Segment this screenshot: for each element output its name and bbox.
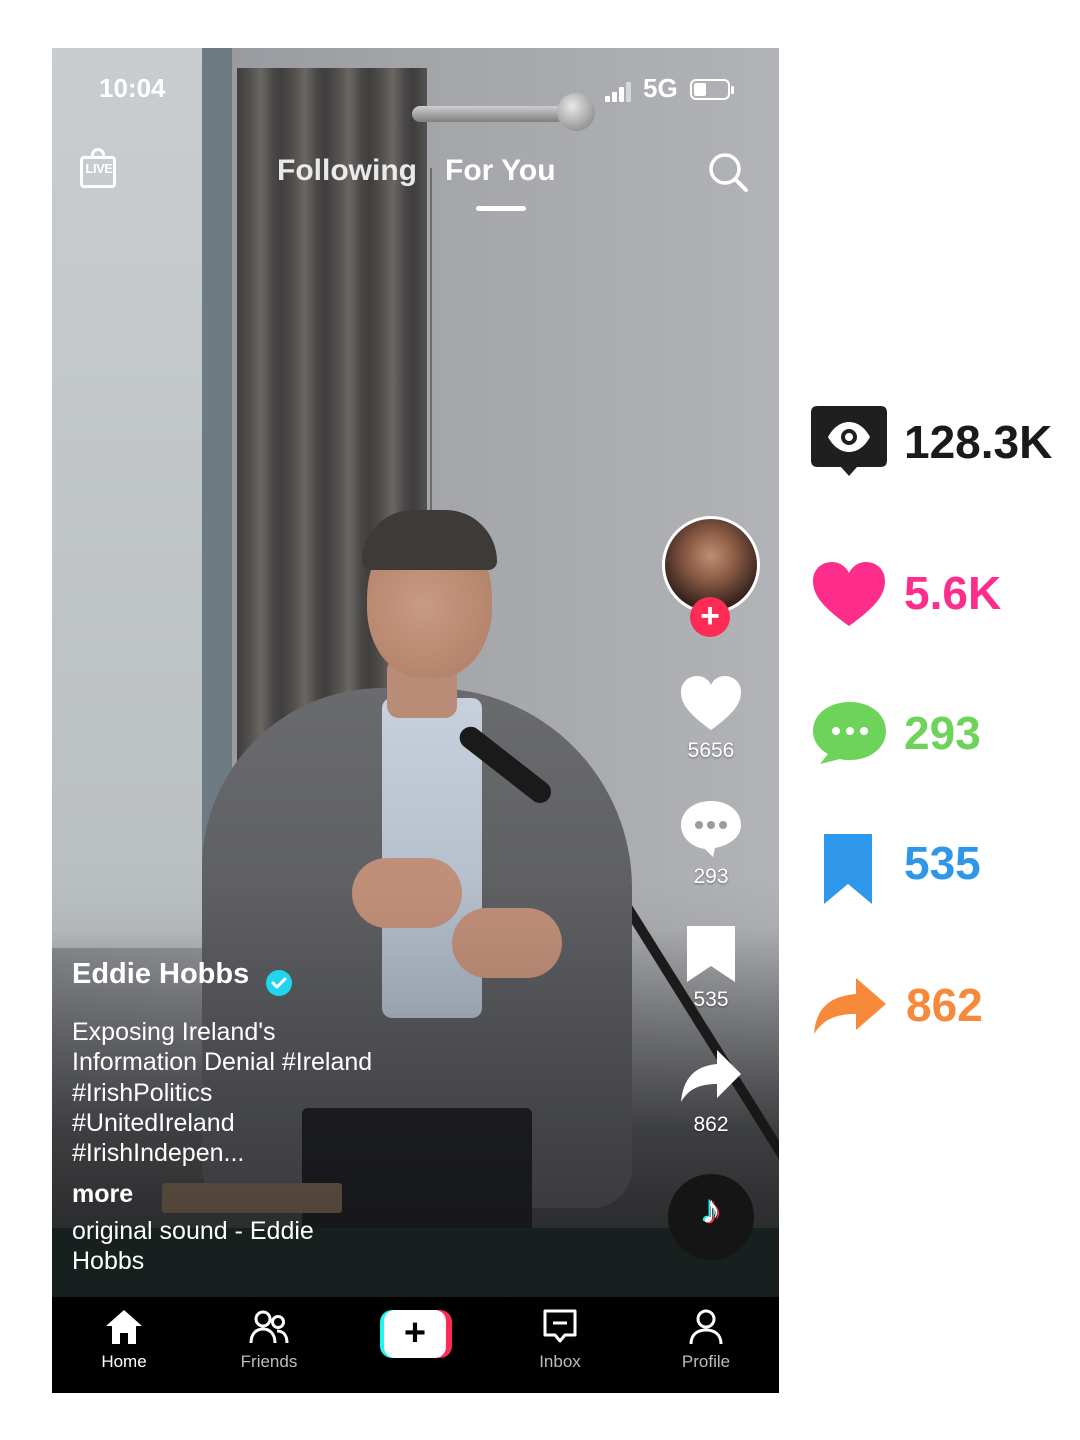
- home-icon: [106, 1310, 142, 1344]
- network-type: 5G: [643, 73, 678, 103]
- nav-profile[interactable]: Profile: [651, 1297, 761, 1393]
- heart-icon: [813, 562, 885, 626]
- battery-icon: [690, 79, 734, 100]
- nav-inbox[interactable]: Inbox: [505, 1297, 615, 1393]
- comment-count: 293: [693, 865, 729, 888]
- sound-disc[interactable]: ♪: [668, 1174, 754, 1260]
- bookmark-count: 535: [693, 988, 729, 1011]
- comment-icon: [813, 702, 886, 764]
- tab-for-you[interactable]: For You: [445, 154, 556, 188]
- music-note-icon: ♪: [701, 1188, 721, 1232]
- bookmark-icon[interactable]: [679, 924, 743, 984]
- share-icon: [814, 978, 886, 1034]
- likes-value: 5.6K: [904, 567, 1002, 619]
- active-tab-indicator: [476, 206, 526, 211]
- nav-home-label: Home: [101, 1352, 147, 1371]
- create-button[interactable]: +: [380, 1310, 452, 1358]
- eye-icon: [811, 406, 887, 476]
- status-time: 10:04: [99, 73, 166, 103]
- follow-button[interactable]: +: [690, 597, 730, 637]
- nav-home[interactable]: Home: [69, 1297, 179, 1393]
- video-caption: Exposing Ireland's Information Denial #I…: [72, 1018, 373, 1168]
- author-name[interactable]: Eddie Hobbs: [72, 958, 249, 991]
- like-count: 5656: [687, 739, 735, 762]
- tab-following[interactable]: Following: [277, 154, 417, 188]
- share-icon[interactable]: [679, 1046, 743, 1106]
- comments-value: 293: [904, 707, 981, 759]
- nav-inbox-label: Inbox: [539, 1352, 581, 1371]
- comment-icon[interactable]: [679, 799, 743, 859]
- saves-value: 535: [904, 837, 981, 889]
- caption-more-link[interactable]: more: [72, 1180, 133, 1209]
- bottom-nav: Home Friends + Inbox Profile: [52, 1297, 779, 1393]
- shares-value: 862: [906, 979, 983, 1031]
- live-label: LIVE: [85, 161, 113, 176]
- bookmark-icon: [824, 834, 872, 904]
- nav-friends[interactable]: Friends: [214, 1297, 324, 1393]
- search-icon[interactable]: [707, 151, 749, 193]
- share-count: 862: [693, 1113, 729, 1136]
- nav-friends-label: Friends: [240, 1352, 298, 1371]
- like-icon[interactable]: [679, 674, 743, 734]
- nav-profile-label: Profile: [681, 1352, 731, 1371]
- phone-screen: 10:04 5G LIVE Following For You + 5656 2…: [52, 48, 779, 1393]
- live-icon[interactable]: LIVE: [79, 148, 119, 192]
- plus-icon: +: [384, 1310, 446, 1358]
- friends-icon: [249, 1310, 289, 1344]
- verified-badge-icon: [266, 970, 292, 996]
- sound-name[interactable]: original sound - Eddie Hobbs: [72, 1216, 372, 1276]
- signal-icon: [605, 82, 631, 102]
- profile-icon: [689, 1309, 723, 1345]
- inbox-icon: [543, 1309, 577, 1343]
- views-value: 128.3K: [904, 416, 1053, 468]
